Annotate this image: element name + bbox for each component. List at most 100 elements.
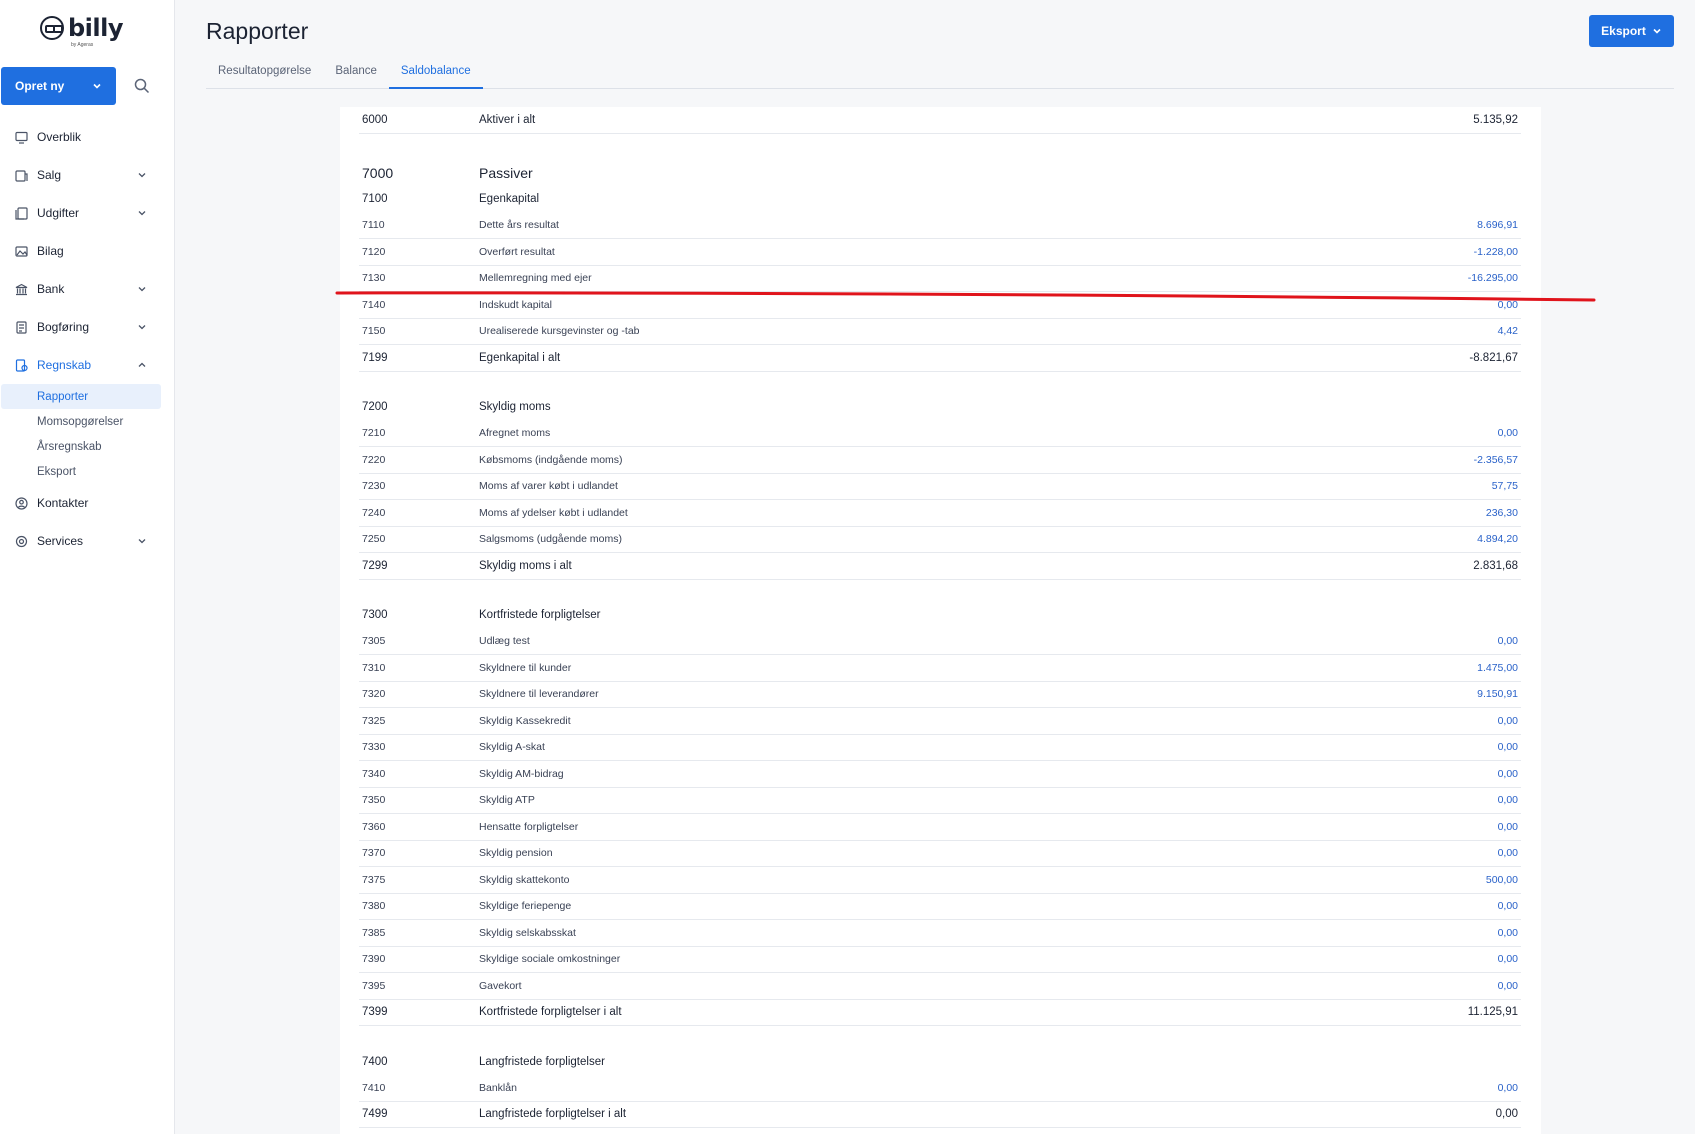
account-balance[interactable]: 0,00 xyxy=(1498,1082,1518,1094)
account-balance[interactable]: 0,00 xyxy=(1498,635,1518,647)
sidebar-item-label: Bogføring xyxy=(37,320,90,334)
table-row: 7120 Overført resultat -1.228,00 xyxy=(359,239,1521,266)
account-name: Skyldig moms xyxy=(479,401,551,413)
account-balance[interactable]: 0,00 xyxy=(1498,768,1518,780)
account-balance[interactable]: 4.894,20 xyxy=(1477,533,1518,545)
account-name: Dette års resultat xyxy=(479,219,559,232)
page-title: Rapporter xyxy=(206,18,309,44)
table-row: 7385 Skyldig selskabsskat 0,00 xyxy=(359,920,1521,947)
account-number: 7120 xyxy=(362,245,386,258)
account-balance[interactable]: -16.295,00 xyxy=(1468,272,1518,284)
account-balance[interactable]: -2.356,57 xyxy=(1474,454,1518,466)
search-icon[interactable] xyxy=(133,77,151,95)
account-number: 7230 xyxy=(362,480,386,493)
account-number: 7150 xyxy=(362,325,386,338)
table-row: 7320 Skyldnere til leverandører 9.150,91 xyxy=(359,682,1521,708)
export-button[interactable]: Eksport xyxy=(1589,15,1674,47)
tab-saldobalance[interactable]: Saldobalance xyxy=(388,62,483,89)
sidebar-item-label: Services xyxy=(37,534,84,548)
sidebar-item-bank[interactable]: Bank xyxy=(0,270,175,308)
account-name: Skyldig ATP xyxy=(479,794,535,807)
account-number: 7300 xyxy=(362,609,388,621)
account-name: Skyldige feriepenge xyxy=(479,900,572,913)
account-balance[interactable]: 0,00 xyxy=(1498,900,1518,912)
account-balance: -8.821,67 xyxy=(1469,351,1518,364)
table-row: 7395 Gavekort 0,00 xyxy=(359,973,1521,1000)
create-new-button[interactable]: Opret ny xyxy=(1,67,116,105)
sidebar-subitem-rapporter[interactable]: Rapporter xyxy=(1,384,161,409)
sidebar-item-bogforing[interactable]: Bogføring xyxy=(0,308,175,346)
account-balance[interactable]: 0,00 xyxy=(1498,741,1518,753)
account-name: Skyldnere til leverandører xyxy=(479,688,599,701)
account-balance[interactable]: 9.150,91 xyxy=(1477,688,1518,700)
table-row: 7130 Mellemregning med ejer -16.295,00 xyxy=(359,266,1521,292)
sidebar-item-label: Salg xyxy=(37,168,62,182)
group-header-row: 7400 Langfristede forpligtelser xyxy=(359,1048,1521,1075)
sidebar-item-label: Regnskab xyxy=(37,358,92,372)
account-balance[interactable]: 4,42 xyxy=(1498,325,1518,337)
account-name: Kortfristede forpligtelser i alt xyxy=(479,1006,622,1019)
create-new-label: Opret ny xyxy=(15,79,65,93)
account-name: Mellemregning med ejer xyxy=(479,272,592,285)
account-name: Afregnet moms xyxy=(479,427,551,440)
account-name: Skyldig moms i alt xyxy=(479,559,572,572)
account-balance[interactable]: 0,00 xyxy=(1498,715,1518,727)
logo-text: billy xyxy=(68,14,124,42)
billy-logo[interactable]: billy xyxy=(40,14,124,42)
account-balance[interactable]: 0,00 xyxy=(1498,927,1518,939)
account-balance[interactable]: 0,00 xyxy=(1498,794,1518,806)
account-number: 7310 xyxy=(362,661,386,674)
account-name: Egenkapital xyxy=(479,193,540,205)
sidebar-subitem-eksport[interactable]: Eksport xyxy=(1,459,161,484)
sidebar-subitem-arsregnskab[interactable]: Årsregnskab xyxy=(1,434,161,459)
group-header-row: 7000 Passiver xyxy=(359,160,1521,186)
sidebar-item-udgifter[interactable]: Udgifter xyxy=(0,194,175,232)
account-balance[interactable]: 0,00 xyxy=(1498,980,1518,992)
account-balance: 5.135,92 xyxy=(1473,113,1518,126)
export-label: Eksport xyxy=(1601,24,1646,38)
account-number: 7110 xyxy=(362,219,385,232)
account-balance[interactable]: 8.696,91 xyxy=(1477,219,1518,231)
account-balance[interactable]: 500,00 xyxy=(1486,874,1518,886)
account-name: Skyldnere til kunder xyxy=(479,661,572,674)
account-balance[interactable]: 0,00 xyxy=(1498,821,1518,833)
account-name: Skyldig Kassekredit xyxy=(479,714,571,727)
sidebar-item-regnskab[interactable]: Regnskab xyxy=(0,346,175,384)
table-row: 7380 Skyldige feriepenge 0,00 xyxy=(359,894,1521,920)
account-balance[interactable]: 0,00 xyxy=(1498,953,1518,965)
table-row: 7340 Skyldig AM-bidrag 0,00 xyxy=(359,761,1521,788)
sidebar-item-kontakter[interactable]: Kontakter xyxy=(0,484,175,522)
account-balance[interactable]: 0,00 xyxy=(1498,847,1518,859)
account-number: 7390 xyxy=(362,953,386,966)
account-balance[interactable]: 57,75 xyxy=(1492,480,1518,492)
account-name: Skyldig AM-bidrag xyxy=(479,767,564,780)
account-balance[interactable]: 1.475,00 xyxy=(1477,662,1518,674)
sidebar-item-overblik[interactable]: Overblik xyxy=(0,118,175,156)
sidebar-item-salg[interactable]: Salg xyxy=(0,156,175,194)
account-number: 7375 xyxy=(362,873,386,886)
account-name: Overført resultat xyxy=(479,245,555,258)
accounting-icon xyxy=(14,358,28,372)
sidebar-item-bilag[interactable]: Bilag xyxy=(0,232,175,270)
account-number: 7380 xyxy=(362,900,386,913)
tab-balance[interactable]: Balance xyxy=(323,62,389,89)
account-balance[interactable]: 236,30 xyxy=(1486,507,1518,519)
account-balance[interactable]: 0,00 xyxy=(1498,299,1518,311)
chevron-down-icon xyxy=(138,539,146,544)
tab-resultatopgorelse[interactable]: Resultatopgørelse xyxy=(206,62,323,89)
account-balance[interactable]: 0,00 xyxy=(1498,427,1518,439)
account-name: Moms af ydelser købt i udlandet xyxy=(479,506,628,519)
chevron-down-icon xyxy=(138,287,146,292)
account-number: 7499 xyxy=(362,1108,388,1121)
billy-face-icon xyxy=(40,16,64,40)
report-tabs: Resultatopgørelse Balance Saldobalance xyxy=(206,62,1674,89)
account-number: 7199 xyxy=(362,351,388,364)
table-row: 7140 Indskudt kapital 0,00 xyxy=(359,292,1521,319)
account-number: 7330 xyxy=(362,741,386,754)
account-balance[interactable]: -1.228,00 xyxy=(1474,246,1518,258)
account-number: 7395 xyxy=(362,979,386,992)
chevron-down-icon xyxy=(1653,28,1661,34)
account-name: Indskudt kapital xyxy=(479,298,552,311)
sidebar-item-services[interactable]: Services xyxy=(0,522,175,560)
sidebar-subitem-momsopgorelser[interactable]: Momsopgørelser xyxy=(1,409,161,434)
